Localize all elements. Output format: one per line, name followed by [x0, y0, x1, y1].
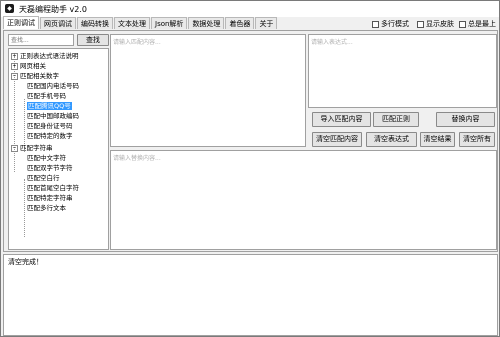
regex-textarea[interactable]: 请输入表达式...: [308, 34, 497, 108]
tab-about[interactable]: 关于: [255, 17, 278, 29]
multiline-checkbox[interactable]: 多行模式: [372, 19, 409, 29]
topmost-checkbox[interactable]: 总是最上: [459, 19, 496, 29]
tree-item[interactable]: 匹配手机号码: [27, 92, 66, 100]
search-input[interactable]: [8, 34, 74, 46]
tree-item[interactable]: 匹配国内电话号码: [27, 82, 79, 90]
main-panel: 查找 +正则表达式语法说明 +网页相关 −匹配相关数字 匹配国内电话号码 匹配手…: [3, 30, 498, 252]
tree-item[interactable]: 匹配首尾空白字符: [27, 184, 79, 192]
tab-json[interactable]: Json解析: [151, 17, 188, 29]
collapse-icon[interactable]: −: [11, 144, 18, 152]
checkbox-box[interactable]: [417, 20, 424, 28]
tree-item[interactable]: 匹配中国邮政编码: [27, 112, 79, 120]
checkbox-box[interactable]: [459, 20, 466, 28]
collapse-icon[interactable]: −: [11, 72, 18, 80]
multiline-label: 多行模式: [381, 20, 409, 28]
title-bar: ◆ 天磊编程助手 v2.0: [1, 1, 499, 17]
app-window: ◆ 天磊编程助手 v2.0 正则调试 网页调试 编码转换 文本处理 Json解析…: [0, 0, 500, 337]
tree-item[interactable]: 匹配身份证号码: [27, 122, 73, 130]
match-content-textarea[interactable]: 请输入匹配内容...: [110, 34, 306, 147]
tab-bar: 正则调试 网页调试 编码转换 文本处理 Json解析 数据处理 着色器 关于: [3, 16, 278, 30]
result-textarea[interactable]: 请输入替换内容...: [110, 150, 497, 250]
tab-regex-debug[interactable]: 正则调试: [3, 16, 39, 29]
search-button[interactable]: 查找: [77, 34, 109, 46]
skin-checkbox[interactable]: 显示皮肤: [417, 19, 454, 29]
topmost-label: 总是最上: [468, 20, 496, 28]
regex-tree: + 正则表达式语法说明 + 网页相关 − 匹配相关数字 匹配国内电话号码 匹配手机号码…: [8, 48, 109, 250]
checkbox-box[interactable]: [372, 20, 379, 28]
app-logo-icon: ◆: [5, 4, 14, 13]
replace-content-button[interactable]: 替换内容: [436, 112, 495, 127]
tree-group-numbers[interactable]: − 匹配相关数字: [11, 72, 59, 80]
clear-all-button[interactable]: 清空所有: [459, 132, 495, 147]
clear-regex-button[interactable]: 清空表达式: [366, 132, 417, 147]
status-log: 清空完成！: [3, 254, 498, 336]
tree-item[interactable]: 匹配特定字符串: [27, 194, 73, 202]
status-text: 清空完成！: [8, 258, 43, 266]
tree-item-selected[interactable]: 匹配腾讯QQ号: [27, 102, 72, 110]
tree-item[interactable]: 匹配多行文本: [27, 204, 66, 212]
tree-item[interactable]: 匹配中文字符: [27, 154, 66, 162]
expand-icon[interactable]: +: [11, 52, 18, 60]
tab-data-processing[interactable]: 数据处理: [188, 17, 225, 29]
tree-item[interactable]: 匹配特定的数字: [27, 132, 73, 140]
clear-result-button[interactable]: 清空结果: [420, 132, 455, 147]
window-title: 天磊编程助手 v2.0: [19, 5, 87, 14]
tree-group-web[interactable]: + 网页相关: [11, 62, 46, 70]
import-match-button[interactable]: 导入匹配内容: [312, 112, 371, 127]
skin-label: 显示皮肤: [426, 20, 454, 28]
tab-encoding[interactable]: 编码转换: [77, 17, 113, 29]
match-regex-button[interactable]: 匹配正则: [373, 112, 419, 127]
tree-item[interactable]: 匹配双字节字符: [27, 164, 73, 172]
clear-match-button[interactable]: 清空匹配内容: [312, 132, 362, 147]
tree-group-syntax[interactable]: + 正则表达式语法说明: [11, 52, 79, 60]
tab-shader[interactable]: 着色器: [225, 17, 255, 29]
tree-item[interactable]: 匹配空白行: [27, 174, 60, 182]
tree-group-strings[interactable]: − 匹配字符串: [11, 144, 53, 152]
tab-text-processing[interactable]: 文本处理: [114, 17, 150, 29]
expand-icon[interactable]: +: [11, 62, 18, 70]
tab-web-debug[interactable]: 网页调试: [40, 17, 76, 29]
